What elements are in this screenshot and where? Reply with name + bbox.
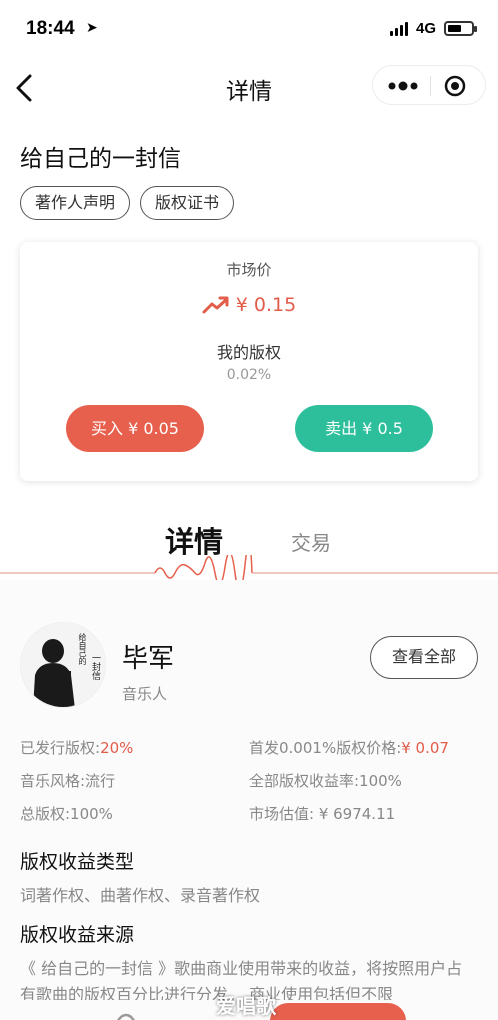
total-copyright: 总版权:100% bbox=[20, 805, 113, 823]
close-mini-program-icon[interactable] bbox=[444, 75, 466, 97]
my-copyright-label: 我的版权 bbox=[216, 343, 281, 362]
price-card: 市场价 ¥ 0.15 我的版权 0.02% 买入 ¥ 0.05 卖出 ¥ 0.5 bbox=[20, 242, 478, 481]
revenue-source-title: 版权收益来源 bbox=[20, 924, 135, 946]
bottom-action-button[interactable] bbox=[270, 1003, 406, 1020]
watermark: 爱唱歌 bbox=[216, 994, 276, 1018]
tag-row: 著作人声明 版权证书 bbox=[20, 186, 235, 220]
status-bar: 18:44 ➤ 4G bbox=[0, 0, 498, 58]
status-indicators: 4G bbox=[389, 20, 477, 37]
song-title: 给自己的一封信 bbox=[20, 146, 181, 172]
tab-trade[interactable]: 交易 bbox=[291, 527, 331, 556]
sell-button[interactable]: 卖出 ¥ 0.5 bbox=[295, 405, 433, 452]
more-icon[interactable] bbox=[388, 77, 418, 95]
copyright-certificate-tag[interactable]: 版权证书 bbox=[140, 186, 235, 220]
issued-value: 20% bbox=[100, 739, 134, 757]
market-price-row: ¥ 0.15 bbox=[20, 294, 478, 316]
detail-section: 给自己的 一封信 毕军 音乐人 查看全部 已发行版权:20% 首发0.001%版… bbox=[0, 580, 498, 1020]
buy-button[interactable]: 买入 ¥ 0.05 bbox=[66, 405, 204, 452]
network-type: 4G bbox=[415, 20, 436, 37]
market-price-label: 市场价 bbox=[226, 261, 272, 279]
artist-role: 音乐人 bbox=[122, 685, 168, 703]
mini-program-capsule bbox=[372, 65, 486, 105]
first-price-value: ¥ 0.07 bbox=[401, 739, 449, 757]
revenue-type-title: 版权收益类型 bbox=[20, 851, 135, 873]
location-arrow-icon: ➤ bbox=[86, 20, 98, 36]
tab-indicator-wave bbox=[0, 555, 498, 581]
artist-name: 毕军 bbox=[122, 644, 175, 674]
trend-up-icon bbox=[202, 296, 229, 314]
first-issue-price: 首发0.001%版权价格:¥ 0.07 bbox=[249, 737, 449, 758]
issued-copyright: 已发行版权:20% bbox=[20, 737, 133, 758]
nav-bar: 详情 bbox=[0, 60, 498, 116]
signal-icon bbox=[389, 21, 408, 36]
view-all-button[interactable]: 查看全部 bbox=[370, 636, 478, 679]
issued-label: 已发行版权: bbox=[20, 739, 101, 757]
yield-rate: 全部版权收益率:100% bbox=[249, 772, 402, 790]
market-price-value: ¥ 0.15 bbox=[235, 294, 297, 316]
first-price-label: 首发0.001%版权价格: bbox=[249, 739, 402, 757]
artist-avatar[interactable]: 给自己的 一封信 bbox=[20, 622, 106, 708]
tab-bar: 详情 交易 bbox=[0, 515, 498, 581]
status-time: 18:44 bbox=[26, 18, 75, 39]
capsule-divider bbox=[430, 76, 431, 96]
bottom-bar-icon[interactable] bbox=[96, 1009, 156, 1020]
author-statement-tag[interactable]: 著作人声明 bbox=[20, 186, 131, 220]
avatar-text-2: 一封信 bbox=[90, 653, 100, 680]
battery-icon bbox=[444, 21, 477, 36]
market-valuation: 市场估值: ¥ 6974.11 bbox=[249, 805, 396, 823]
music-style: 音乐风格:流行 bbox=[20, 772, 116, 790]
revenue-type-text: 词著作权、曲著作权、录音著作权 bbox=[20, 886, 261, 905]
avatar-text-1: 给自己的 bbox=[78, 633, 87, 665]
my-copyright-percent: 0.02% bbox=[226, 367, 272, 383]
